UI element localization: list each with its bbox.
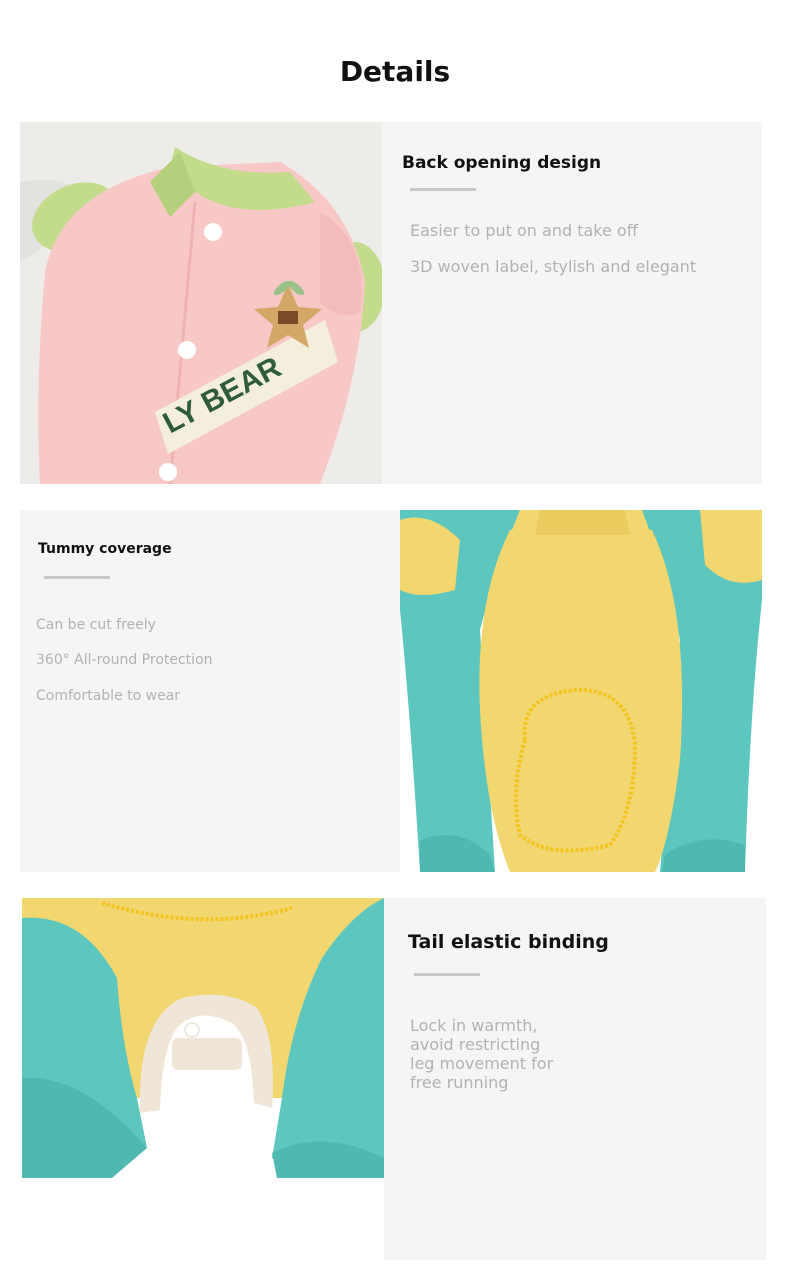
heading-underline	[414, 973, 480, 976]
feature-text: leg movement for	[410, 1054, 554, 1073]
feature-text: free running	[410, 1073, 509, 1092]
feature-text: 360° All-round Protection	[36, 652, 213, 668]
feature-text: Can be cut freely	[36, 617, 156, 633]
feature-text: 3D woven label, stylish and elegant	[410, 257, 697, 276]
heading-underline	[44, 576, 110, 579]
heading-underline	[410, 188, 476, 191]
back-opening-product-photo: LY BEAR	[20, 122, 382, 484]
tummy-coverage-product-photo	[400, 510, 762, 872]
feature-text: avoid restricting	[410, 1035, 541, 1054]
tail-binding-product-photo	[22, 898, 384, 1182]
feature-text: Comfortable to wear	[36, 688, 181, 704]
section-back-opening-panel	[382, 122, 762, 484]
section-heading: Tummy coverage	[38, 541, 172, 557]
page-title: Details	[339, 55, 451, 88]
section-heading: Tail elastic binding	[408, 931, 609, 953]
section-heading: Back opening design	[402, 153, 602, 173]
feature-text: Easier to put on and take off	[410, 221, 638, 240]
feature-text: Lock in warmth,	[410, 1016, 538, 1035]
